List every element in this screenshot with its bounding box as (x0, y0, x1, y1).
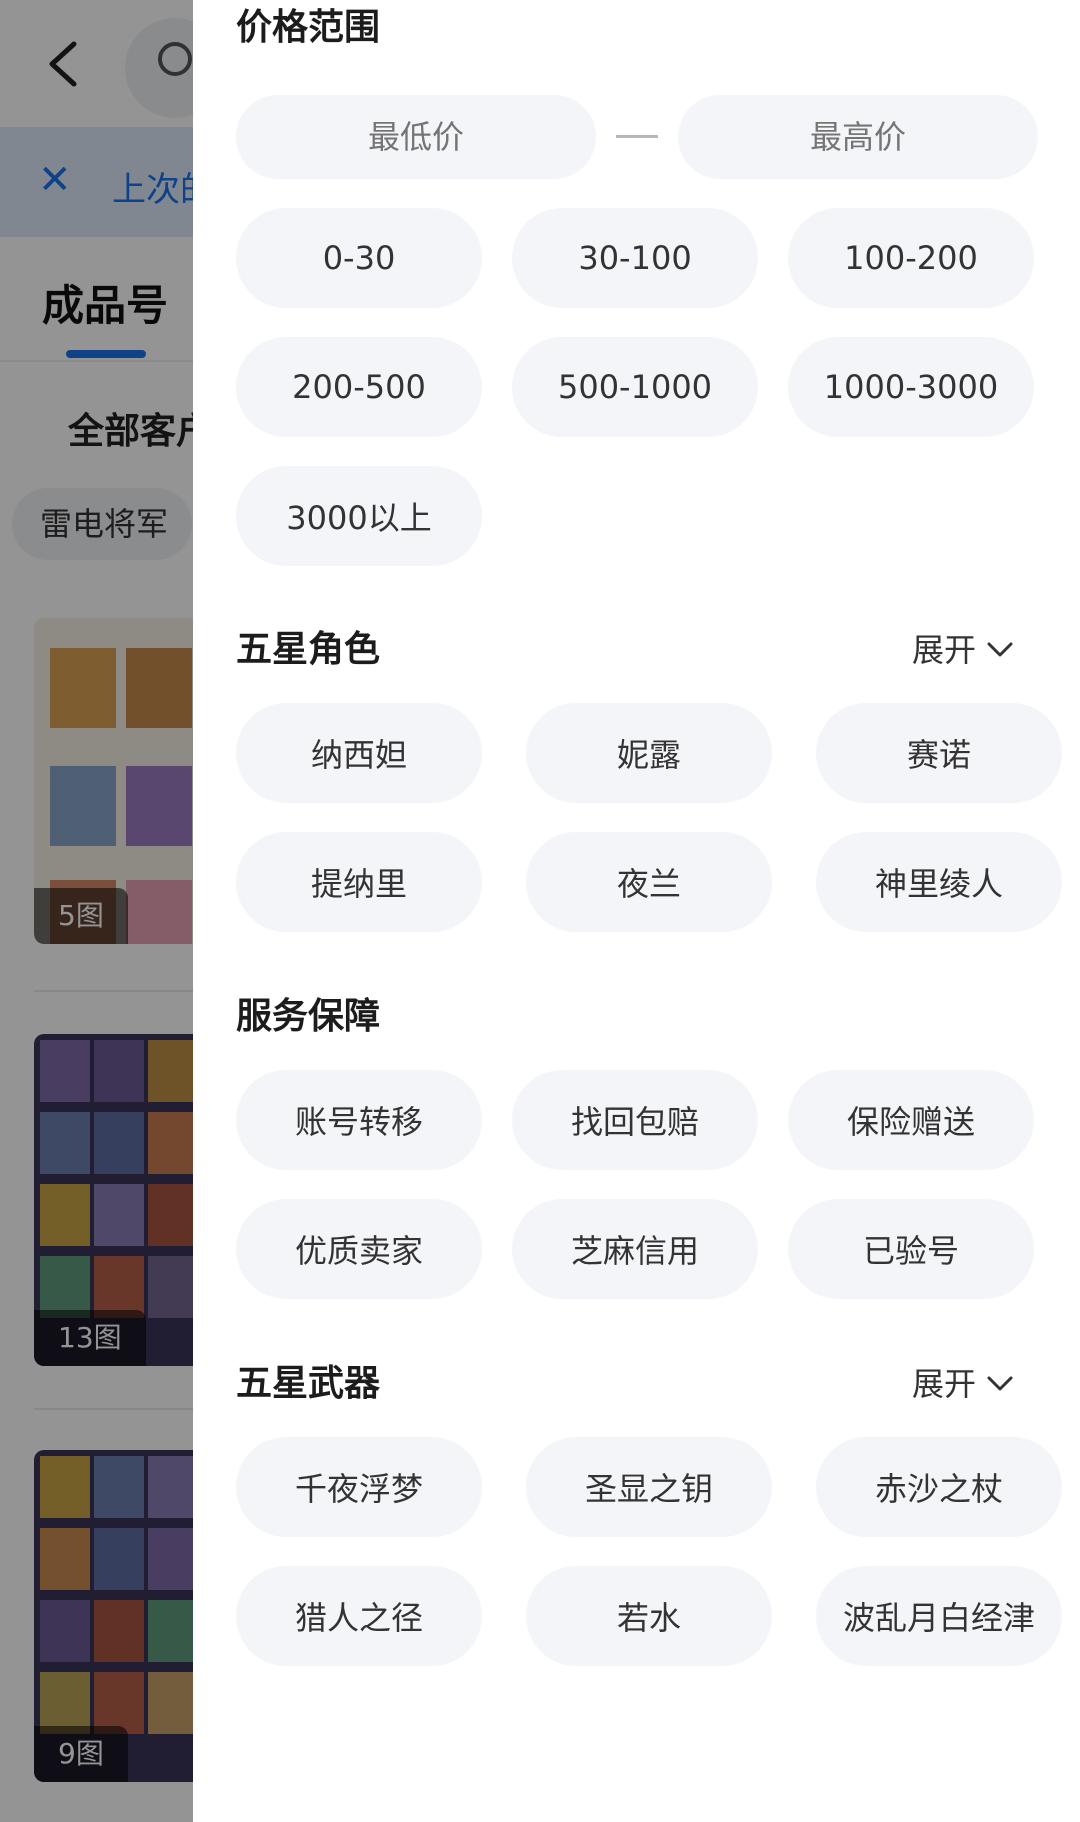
weapon-chip[interactable]: 千夜浮梦 (236, 1437, 482, 1537)
price-range-chip[interactable]: 500-1000 (512, 337, 758, 437)
character-chip[interactable]: 赛诺 (816, 703, 1062, 803)
weapon-chip[interactable]: 波乱月白经津 (816, 1566, 1062, 1666)
expand-weapons-button[interactable]: 展开 (912, 1362, 1014, 1406)
service-guarantee-title: 服务保障 (236, 996, 381, 1037)
weapon-chip[interactable]: 猎人之径 (236, 1566, 482, 1666)
expand-label: 展开 (911, 1365, 976, 1403)
max-price-input[interactable] (678, 95, 1038, 179)
service-chip[interactable]: 找回包赔 (512, 1070, 758, 1170)
filter-drawer: 价格范围 0-30 30-100 100-200 200-500 500-100… (193, 0, 1080, 1822)
weapon-chip[interactable]: 若水 (526, 1566, 772, 1666)
service-chip[interactable]: 已验号 (788, 1199, 1034, 1299)
price-range-chip[interactable]: 200-500 (236, 337, 482, 437)
expand-characters-button[interactable]: 展开 (912, 628, 1014, 672)
range-dash (616, 135, 658, 138)
price-range-chip[interactable]: 3000以上 (236, 466, 482, 566)
five-star-weapons-title: 五星武器 (236, 1363, 381, 1404)
price-range-chip[interactable]: 0-30 (236, 208, 482, 308)
character-chip[interactable]: 妮露 (526, 703, 772, 803)
expand-label: 展开 (911, 631, 976, 669)
price-range-chip[interactable]: 30-100 (512, 208, 758, 308)
weapon-chip[interactable]: 圣显之钥 (526, 1437, 772, 1537)
price-range-chip[interactable]: 100-200 (788, 208, 1034, 308)
character-chip[interactable]: 夜兰 (526, 832, 772, 932)
character-chip[interactable]: 纳西妲 (236, 703, 482, 803)
character-chip[interactable]: 神里绫人 (816, 832, 1062, 932)
service-chip[interactable]: 保险赠送 (788, 1070, 1034, 1170)
character-chip[interactable]: 提纳里 (236, 832, 482, 932)
weapon-chip[interactable]: 赤沙之杖 (816, 1437, 1062, 1537)
min-price-input[interactable] (236, 95, 596, 179)
service-chip[interactable]: 芝麻信用 (512, 1199, 758, 1299)
price-range-title: 价格范围 (236, 7, 381, 48)
price-range-chip[interactable]: 1000-3000 (788, 337, 1034, 437)
chevron-down-icon (987, 1376, 1013, 1391)
service-chip[interactable]: 账号转移 (236, 1070, 482, 1170)
chevron-down-icon (987, 642, 1013, 657)
five-star-characters-title: 五星角色 (236, 629, 381, 670)
service-chip[interactable]: 优质卖家 (236, 1199, 482, 1299)
